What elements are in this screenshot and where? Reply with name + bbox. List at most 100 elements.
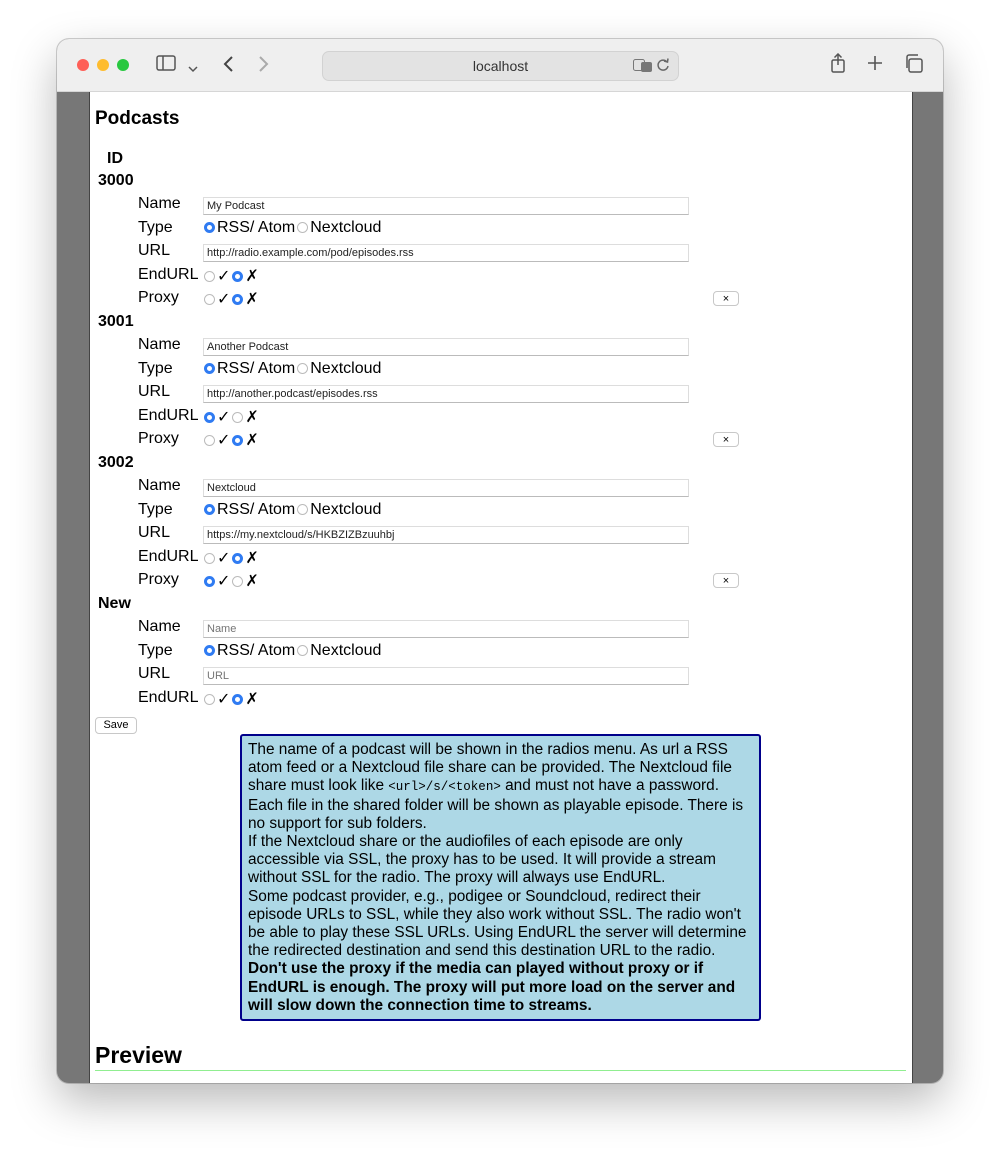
podcast-id: New bbox=[98, 595, 131, 612]
endurl-label: EndURL bbox=[138, 265, 199, 283]
proxy-no-radio[interactable] bbox=[232, 576, 244, 587]
browser-titlebar: localhost bbox=[57, 39, 943, 92]
check-icon: ✓ bbox=[217, 573, 231, 590]
url-input[interactable] bbox=[203, 244, 689, 262]
name-label: Name bbox=[138, 618, 181, 635]
cross-icon: ✗ bbox=[245, 432, 259, 449]
type-option-label: Nextcloud bbox=[310, 641, 382, 659]
delete-podcast-button[interactable]: × bbox=[713, 291, 739, 306]
help-box: The name of a podcast will be shown in t… bbox=[240, 734, 761, 1021]
share-icon[interactable] bbox=[830, 52, 846, 76]
endurl-no-radio[interactable] bbox=[232, 270, 244, 282]
save-button[interactable]: Save bbox=[95, 717, 137, 734]
proxy-yes-radio[interactable] bbox=[204, 435, 215, 446]
cross-icon: ✗ bbox=[245, 549, 259, 567]
url-input[interactable] bbox=[203, 526, 689, 544]
endurl-yes-radio[interactable] bbox=[204, 552, 215, 564]
cross-icon: ✗ bbox=[245, 291, 259, 308]
delete-podcast-button[interactable]: × bbox=[713, 573, 739, 588]
sidebar-icon[interactable] bbox=[156, 55, 176, 74]
cross-icon: ✗ bbox=[245, 267, 259, 285]
endurl-no-radio[interactable] bbox=[232, 693, 244, 705]
type-radio-rss[interactable] bbox=[204, 503, 215, 515]
close-window-button[interactable] bbox=[77, 59, 89, 71]
type-radio-nextcloud[interactable] bbox=[297, 644, 309, 656]
type-option-label: Nextcloud bbox=[310, 218, 382, 236]
delete-podcast-button[interactable]: × bbox=[713, 432, 739, 447]
url-label: URL bbox=[138, 665, 171, 682]
zoom-window-button[interactable] bbox=[117, 59, 129, 71]
proxy-label: Proxy bbox=[138, 571, 179, 588]
endurl-no-radio[interactable] bbox=[232, 552, 244, 564]
type-label: Type bbox=[138, 218, 173, 236]
proxy-yes-radio[interactable] bbox=[204, 576, 215, 587]
proxy-radio-group: ✓ ✗ bbox=[204, 289, 261, 309]
proxy-radio-group: ✓ ✗ bbox=[204, 571, 261, 591]
check-icon: ✓ bbox=[217, 267, 231, 285]
name-input[interactable] bbox=[203, 338, 689, 356]
name-label: Name bbox=[138, 195, 181, 212]
url-input[interactable] bbox=[203, 385, 689, 403]
url-label: URL bbox=[138, 383, 171, 400]
name-input[interactable] bbox=[203, 620, 689, 638]
url-label: URL bbox=[138, 524, 171, 541]
endurl-yes-radio[interactable] bbox=[204, 693, 215, 705]
type-option-label: RSS/ Atom bbox=[217, 641, 296, 659]
translate-icon[interactable] bbox=[633, 58, 653, 76]
chevron-down-icon[interactable] bbox=[188, 58, 198, 76]
endurl-yes-radio[interactable] bbox=[204, 411, 215, 423]
podcast-id: 3000 bbox=[98, 172, 134, 189]
tab-overview-icon[interactable] bbox=[904, 54, 923, 76]
proxy-label: Proxy bbox=[138, 289, 179, 306]
podcast-id: 3002 bbox=[98, 454, 134, 471]
url-input[interactable] bbox=[203, 667, 689, 685]
check-icon: ✓ bbox=[217, 291, 231, 308]
address-bar[interactable]: localhost bbox=[322, 51, 679, 81]
cross-icon: ✗ bbox=[245, 408, 259, 426]
podcast-id: 3001 bbox=[98, 313, 134, 330]
name-label: Name bbox=[138, 477, 181, 494]
type-radio-rss[interactable] bbox=[204, 644, 215, 656]
id-column-header: ID bbox=[107, 150, 123, 167]
proxy-yes-radio[interactable] bbox=[204, 294, 215, 305]
type-option-label: RSS/ Atom bbox=[217, 218, 296, 236]
proxy-radio-group: ✓ ✗ bbox=[204, 430, 261, 450]
check-icon: ✓ bbox=[217, 690, 231, 708]
endurl-yes-radio[interactable] bbox=[204, 270, 215, 282]
endurl-no-radio[interactable] bbox=[232, 411, 244, 423]
type-radio-rss[interactable] bbox=[204, 362, 215, 374]
new-tab-icon[interactable] bbox=[867, 55, 883, 74]
minimize-window-button[interactable] bbox=[97, 59, 109, 71]
type-radio-nextcloud[interactable] bbox=[297, 503, 309, 515]
name-input[interactable] bbox=[203, 197, 689, 215]
type-radio-nextcloud[interactable] bbox=[297, 362, 309, 374]
type-option-label: RSS/ Atom bbox=[217, 500, 296, 518]
check-icon: ✓ bbox=[217, 549, 231, 567]
name-label: Name bbox=[138, 336, 181, 353]
type-radio-group: RSS/ Atom Nextcloud bbox=[204, 219, 383, 237]
help-code: <url>/s/<token> bbox=[388, 780, 501, 795]
cross-icon: ✗ bbox=[245, 690, 259, 708]
endurl-label: EndURL bbox=[138, 547, 199, 565]
proxy-no-radio[interactable] bbox=[232, 294, 244, 305]
preview-title: Preview bbox=[95, 1042, 182, 1068]
type-radio-rss[interactable] bbox=[204, 221, 215, 233]
url-label: URL bbox=[138, 242, 171, 259]
proxy-no-radio[interactable] bbox=[232, 435, 244, 446]
name-input[interactable] bbox=[203, 479, 689, 497]
address-url: localhost bbox=[472, 58, 529, 74]
help-warning: Don't use the proxy if the media can pla… bbox=[248, 960, 736, 1014]
help-text-3: Some podcast provider, e.g., podigee or … bbox=[248, 887, 747, 960]
check-icon: ✓ bbox=[217, 408, 231, 426]
page-title: Podcasts bbox=[95, 108, 180, 129]
endurl-radio-group: ✓ ✗ bbox=[204, 689, 261, 709]
help-text-2: If the Nextcloud share or the audiofiles… bbox=[248, 833, 716, 887]
reload-icon[interactable] bbox=[656, 57, 670, 76]
forward-icon[interactable] bbox=[258, 55, 270, 76]
back-icon[interactable] bbox=[222, 55, 234, 76]
type-radio-nextcloud[interactable] bbox=[297, 221, 309, 233]
endurl-label: EndURL bbox=[138, 688, 199, 706]
type-label: Type bbox=[138, 359, 173, 377]
type-option-label: Nextcloud bbox=[310, 500, 382, 518]
endurl-label: EndURL bbox=[138, 406, 199, 424]
